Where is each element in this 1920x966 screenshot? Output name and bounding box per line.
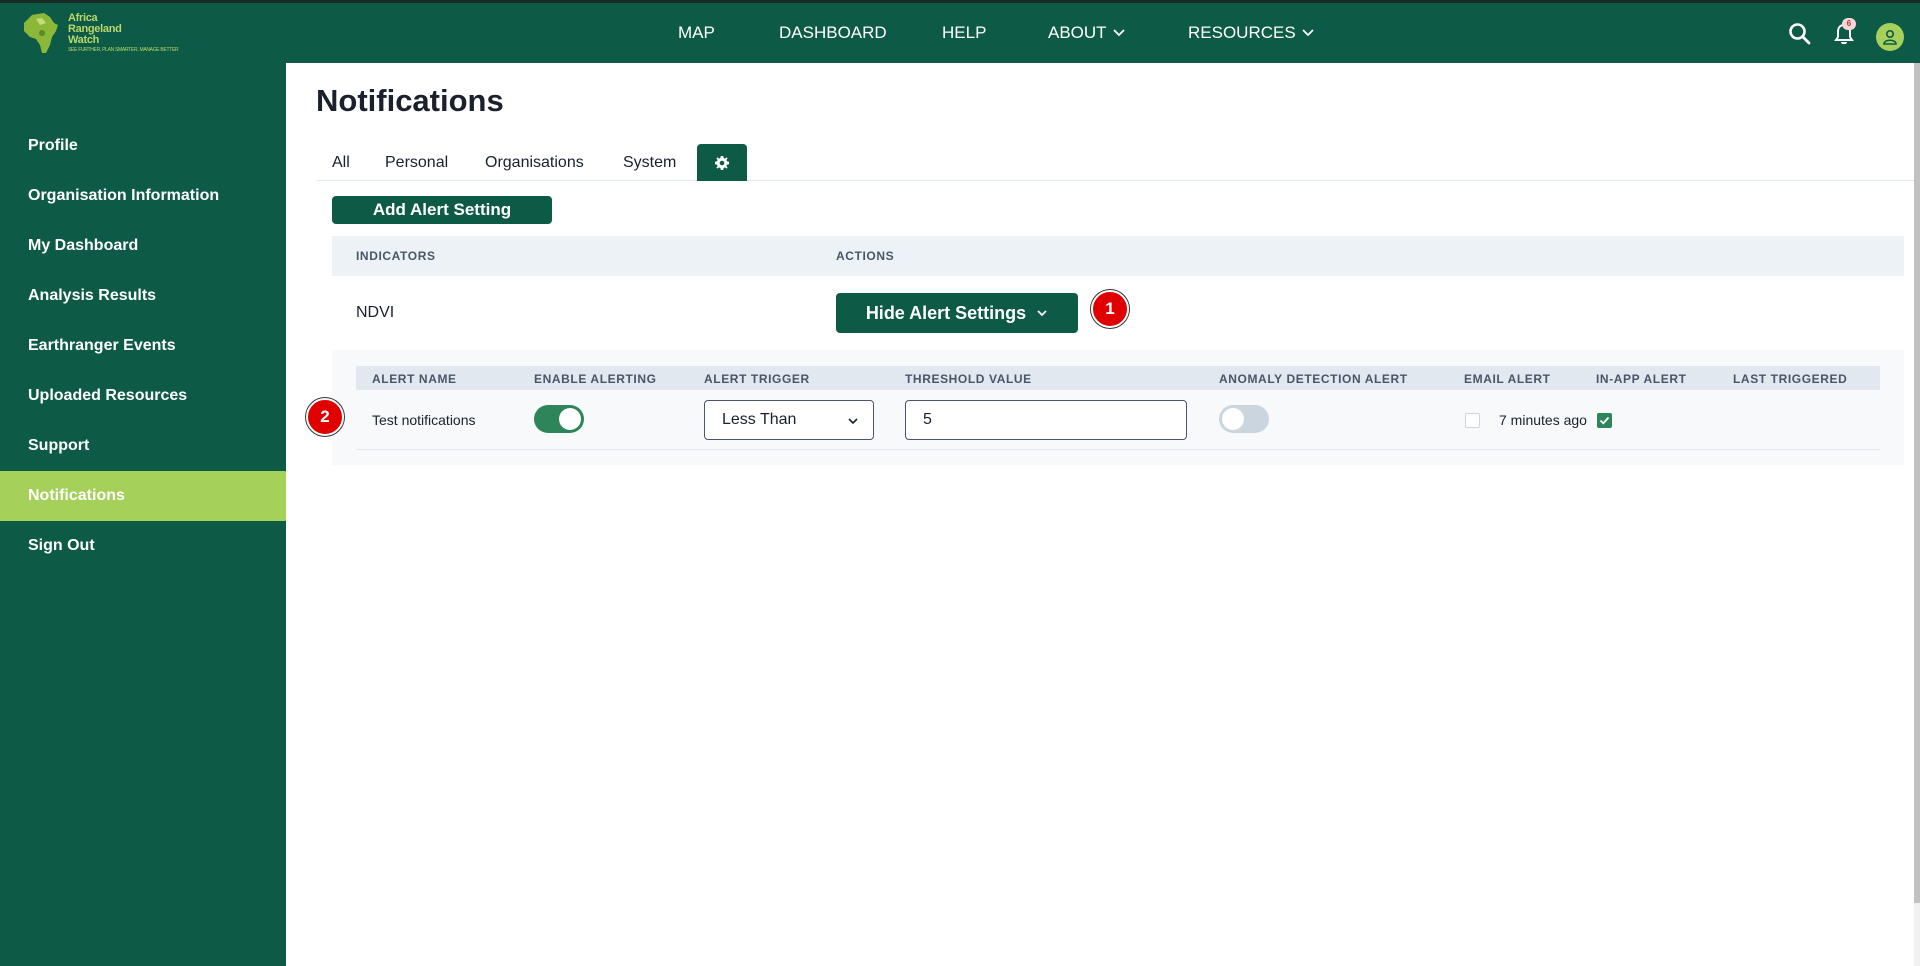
- sidebar-item-label: Notifications: [28, 487, 125, 504]
- sidebar-item-label: Sign Out: [28, 537, 95, 554]
- alert-trigger-select[interactable]: Less Than: [704, 400, 874, 440]
- enable-alerting-toggle[interactable]: [534, 405, 584, 433]
- brand-tagline: SEE FURTHER, PLAN SMARTER, MANAGE BETTER: [68, 47, 179, 53]
- sidebar-item-sign-out[interactable]: Sign Out: [0, 521, 286, 571]
- sidebar-item-support[interactable]: Support: [0, 421, 286, 471]
- alert-settings-panel: ALERT NAME ENABLE ALERTING ALERT TRIGGER…: [332, 350, 1904, 465]
- nav-map-label: MAP: [678, 23, 715, 42]
- nav-about[interactable]: ABOUT: [1048, 23, 1126, 43]
- brand-name: Africa Rangeland Watch SEE FURTHER, PLAN…: [68, 13, 179, 54]
- chevron-down-icon: [1037, 310, 1047, 317]
- column-header-in-app-alert: IN-APP ALERT: [1596, 372, 1687, 386]
- alert-setting-row: Test notifications Less Than 5 7 minutes…: [356, 390, 1880, 450]
- scrollbar-thumb[interactable]: [1914, 63, 1920, 903]
- notification-tabs: All Personal Organisations System: [316, 144, 1914, 181]
- step-marker-2: 2: [306, 398, 344, 436]
- nav-about-label: ABOUT: [1048, 23, 1107, 42]
- tab-all[interactable]: All: [332, 144, 350, 181]
- toggle-knob: [1222, 408, 1244, 430]
- sidebar-item-analysis-results[interactable]: Analysis Results: [0, 271, 286, 321]
- email-alert-checkbox[interactable]: [1465, 413, 1480, 428]
- nav-help[interactable]: HELP: [942, 23, 986, 43]
- hide-alert-settings-label: Hide Alert Settings: [865, 302, 1027, 323]
- tab-organisations[interactable]: Organisations: [485, 144, 584, 181]
- sidebar-item-label: Analysis Results: [28, 287, 157, 304]
- tab-personal[interactable]: Personal: [385, 144, 448, 181]
- notification-count-badge: 6: [1842, 18, 1856, 30]
- sidebar-item-label: Earthranger Events: [28, 337, 176, 354]
- checkmark-icon: [1599, 416, 1610, 425]
- column-header-email-alert: EMAIL ALERT: [1464, 372, 1551, 386]
- toggle-knob: [559, 408, 581, 430]
- in-app-alert-checkbox[interactable]: [1597, 413, 1612, 428]
- nav-resources-label: RESOURCES: [1188, 23, 1296, 42]
- column-header-alert-trigger: ALERT TRIGGER: [704, 372, 810, 386]
- africa-map-icon: [24, 13, 58, 53]
- column-header-alert-name: ALERT NAME: [372, 372, 457, 386]
- sidebar-item-uploaded-resources[interactable]: Uploaded Resources: [0, 371, 286, 421]
- nav-resources[interactable]: RESOURCES: [1188, 23, 1315, 43]
- tab-label: Personal: [385, 153, 449, 171]
- search-icon[interactable]: [1787, 21, 1813, 47]
- sidebar-item-my-dashboard[interactable]: My Dashboard: [0, 221, 286, 271]
- column-header-threshold-value: THRESHOLD VALUE: [905, 372, 1032, 386]
- tab-label: Organisations: [485, 153, 584, 171]
- nav-dashboard-label: DASHBOARD: [779, 23, 887, 42]
- top-navbar: Africa Rangeland Watch SEE FURTHER, PLAN…: [0, 0, 1920, 63]
- user-icon: [1883, 29, 1897, 45]
- sidebar: Profile Organisation Information My Dash…: [0, 63, 286, 966]
- chevron-down-icon: [1302, 29, 1314, 37]
- nav-help-label: HELP: [942, 23, 987, 42]
- alert-settings-header: ALERT NAME ENABLE ALERTING ALERT TRIGGER…: [356, 366, 1880, 390]
- sidebar-item-label: My Dashboard: [28, 237, 139, 254]
- sidebar-item-earthranger-events[interactable]: Earthranger Events: [0, 321, 286, 371]
- indicators-table-header: INDICATORS ACTIONS: [332, 236, 1904, 276]
- chevron-down-icon: [848, 418, 858, 425]
- sidebar-item-profile[interactable]: Profile: [0, 121, 286, 171]
- column-header-last-triggered: LAST TRIGGERED: [1733, 372, 1848, 386]
- threshold-value-input[interactable]: 5: [905, 400, 1187, 440]
- column-header-enable-alerting: ENABLE ALERTING: [534, 372, 657, 386]
- tab-label: All: [332, 153, 350, 171]
- user-avatar[interactable]: [1876, 23, 1904, 51]
- sidebar-item-label: Uploaded Resources: [28, 387, 188, 404]
- add-alert-setting-button[interactable]: Add Alert Setting: [332, 196, 552, 224]
- last-triggered-value: 7 minutes ago: [1499, 412, 1587, 428]
- column-header-anomaly-detection-alert: ANOMALY DETECTION ALERT: [1219, 372, 1408, 386]
- sidebar-item-label: Profile: [28, 137, 78, 154]
- alert-trigger-value: Less Than: [722, 411, 797, 428]
- tab-system[interactable]: System: [623, 144, 676, 181]
- sidebar-item-label: Organisation Information: [28, 187, 220, 204]
- brand-name-line3: Watch: [68, 34, 100, 46]
- column-header-indicators: INDICATORS: [356, 249, 436, 263]
- sidebar-item-label: Support: [28, 437, 90, 454]
- page-title: Notifications: [316, 83, 504, 118]
- anomaly-detection-toggle[interactable]: [1219, 405, 1269, 433]
- sidebar-item-organisation-information[interactable]: Organisation Information: [0, 171, 286, 221]
- alert-name: Test notifications: [372, 412, 476, 428]
- chevron-down-icon: [1112, 29, 1125, 37]
- column-header-actions: ACTIONS: [836, 249, 895, 263]
- indicator-name: NDVI: [356, 304, 395, 321]
- brand-logo[interactable]: Africa Rangeland Watch SEE FURTHER, PLAN…: [18, 9, 198, 57]
- step-marker-1: 1: [1091, 290, 1129, 328]
- tab-settings[interactable]: [697, 144, 747, 181]
- page-scrollbar[interactable]: [1914, 63, 1920, 966]
- nav-dashboard[interactable]: DASHBOARD: [779, 23, 887, 43]
- tab-label: System: [623, 153, 677, 171]
- nav-map[interactable]: MAP: [678, 23, 715, 43]
- gear-icon: [715, 155, 729, 170]
- sidebar-item-notifications[interactable]: Notifications: [0, 471, 286, 521]
- hide-alert-settings-button[interactable]: Hide Alert Settings: [836, 293, 1078, 333]
